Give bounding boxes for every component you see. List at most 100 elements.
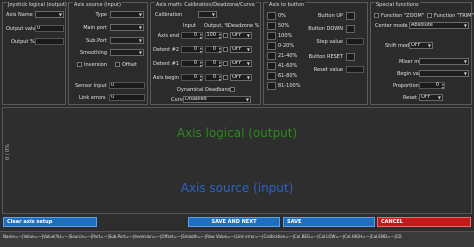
a2b-range-label-4: 21-40%	[278, 53, 298, 59]
clear-axis-setup-button[interactable]: Clear axis setup	[3, 217, 97, 227]
reset-value-label: Reset value	[313, 67, 343, 73]
detent-1-input[interactable]: 0 ▲ ▼	[181, 60, 203, 68]
math-panel-title: Axis math: Calibration/Deadzone/Curve	[155, 2, 256, 8]
chevron-down-icon: ▼	[246, 47, 250, 52]
shift-mode-select[interactable]: OFF ▼	[409, 42, 433, 49]
dyn-deadband-label: Dynamical Deadband	[177, 87, 231, 93]
spin-arrows-icon[interactable]: ▲ ▼	[442, 82, 444, 90]
a2b-range-box-1[interactable]	[267, 22, 276, 30]
cancel-button[interactable]: CANCEL	[377, 217, 471, 227]
joystick-logical-panel: Joystick logical (output) Axis Name ▼ Ou…	[2, 2, 68, 105]
type-select[interactable]: ▼	[110, 11, 144, 18]
chevron-down-icon: ▼	[427, 43, 431, 48]
axis-end-input[interactable]: 0 ▲ ▼	[181, 32, 203, 40]
a2b-range-box-0[interactable]	[267, 12, 276, 20]
reset-axis-select[interactable]: OFF ▼	[419, 94, 443, 101]
a2b-range-label-7: 81-100%	[278, 83, 301, 89]
reset-value-field[interactable]	[346, 66, 364, 73]
detent-1-checkbox[interactable]	[223, 61, 228, 66]
chevron-down-icon: ▼	[246, 75, 250, 80]
detent-1-output[interactable]: 0 ▲ ▼	[205, 60, 222, 68]
output-value-field: 0	[35, 25, 64, 32]
sub-port-label: Sub.Port	[85, 38, 107, 44]
chevron-down-icon: ▼	[463, 71, 467, 76]
detent-2-checkbox[interactable]	[223, 47, 228, 52]
axis-logical-graph-label: Axis logical (output)	[176, 126, 298, 140]
spin-arrows-icon[interactable]: ▲ ▼	[200, 46, 202, 54]
axis-end-output[interactable]: 100 ▲ ▼	[205, 32, 222, 40]
axis-name-label: Axis Name	[6, 12, 33, 18]
main-port-select[interactable]: ▼	[110, 24, 144, 31]
chevron-down-icon: ▼	[245, 97, 249, 102]
smoothing-label: Smoothing	[79, 50, 107, 56]
a2b-range-label-0: 0%	[278, 13, 286, 19]
offset-checkbox[interactable]	[115, 62, 120, 67]
a2b-range-label-1: 50%	[278, 23, 290, 29]
output-value-label: Output value	[6, 26, 39, 32]
a2b-range-label-6: 61-80%	[278, 73, 298, 79]
button-reset-box[interactable]	[346, 53, 355, 61]
a2b-range-box-5[interactable]	[267, 62, 276, 70]
mixer-mode-select[interactable]: ▼	[419, 58, 469, 65]
sensor-input-label: Sensor input	[75, 83, 107, 89]
offset-label: Offset	[122, 62, 138, 68]
save-and-next-button[interactable]: SAVE AND NEXT	[188, 217, 280, 227]
col-output-header: Output, %	[204, 23, 230, 29]
axis-end-deadzone[interactable]: OFF ▼	[230, 32, 252, 39]
spin-arrows-icon[interactable]: ▲ ▼	[200, 60, 202, 68]
calibration-label: Calibration	[155, 12, 183, 18]
axis-begin-deadzone[interactable]: OFF ▼	[230, 74, 252, 81]
zoom-checkbox[interactable]	[374, 13, 379, 18]
a2b-range-label-5: 41-60%	[278, 63, 298, 69]
spin-arrows-icon[interactable]: ▲ ▼	[219, 74, 221, 82]
center-mode-label: Center mode	[375, 23, 408, 29]
button-up-label: Button UP	[317, 13, 343, 19]
detent-2-output[interactable]: 0 ▲ ▼	[205, 46, 222, 54]
sub-port-select[interactable]: ▼	[110, 37, 144, 44]
axis-begin-checkbox[interactable]	[223, 75, 228, 80]
detent-2-input[interactable]: 0 ▲ ▼	[181, 46, 203, 54]
spin-arrows-icon[interactable]: ▲ ▼	[219, 32, 221, 40]
begin-value-select[interactable]: ▼	[419, 70, 469, 77]
inversion-checkbox[interactable]	[77, 62, 82, 67]
proportion-input[interactable]: 0 ▲ ▼	[419, 82, 445, 90]
button-down-label: Button DOWN	[308, 26, 343, 32]
chevron-down-icon: ▼	[138, 12, 142, 17]
spin-arrows-icon[interactable]: ▲ ▼	[219, 60, 221, 68]
curve-select[interactable]: Disabled ▼	[183, 96, 251, 103]
center-mode-select[interactable]: Absolute ▼	[409, 22, 469, 29]
a2b-range-box-3[interactable]	[267, 42, 276, 50]
smoothing-select[interactable]: ▼	[110, 49, 144, 56]
a2b-range-box-6[interactable]	[267, 72, 276, 80]
axis-begin-input[interactable]: 0 ▲ ▼	[181, 74, 203, 82]
axis-name-select[interactable]: ▼	[35, 11, 64, 18]
detent-1-deadzone[interactable]: OFF ▼	[230, 60, 252, 67]
trim-checkbox[interactable]	[427, 13, 432, 18]
detent-2-deadzone[interactable]: OFF ▼	[230, 46, 252, 53]
a2b-range-box-7[interactable]	[267, 82, 276, 90]
inversion-label: Inversion	[84, 62, 107, 68]
axis-begin-label: Axis begin	[153, 75, 179, 81]
dyn-deadband-checkbox[interactable]	[230, 87, 235, 92]
calibration-select[interactable]: ▼	[198, 11, 217, 18]
chevron-down-icon: ▼	[246, 33, 250, 38]
axis-graph: 0 / 0% Axis logical (output) Axis source…	[2, 107, 472, 214]
output-pct-label: Output %	[11, 39, 35, 45]
step-value-field[interactable]	[346, 38, 364, 45]
main-port-label: Main port	[83, 25, 107, 31]
save-button[interactable]: SAVE	[283, 217, 375, 227]
link-errors-label: Link errors	[79, 95, 106, 101]
col-deadzone-header: Deadzone %	[228, 23, 260, 29]
axis-end-checkbox[interactable]	[223, 33, 228, 38]
a2b-range-box-2[interactable]	[267, 32, 276, 40]
chevron-down-icon: ▼	[211, 12, 215, 17]
a2b-range-box-4[interactable]	[267, 52, 276, 60]
spin-arrows-icon[interactable]: ▲ ▼	[200, 32, 202, 40]
button-up-box[interactable]	[346, 12, 355, 20]
spin-arrows-icon[interactable]: ▲ ▼	[200, 74, 202, 82]
spin-arrows-icon[interactable]: ▲ ▼	[219, 46, 221, 54]
detent-1-label: Detent #1	[153, 61, 180, 67]
axis-begin-output[interactable]: 0 ▲ ▼	[205, 74, 222, 82]
button-down-box[interactable]	[346, 25, 355, 33]
col-input-header: Input	[183, 23, 196, 29]
